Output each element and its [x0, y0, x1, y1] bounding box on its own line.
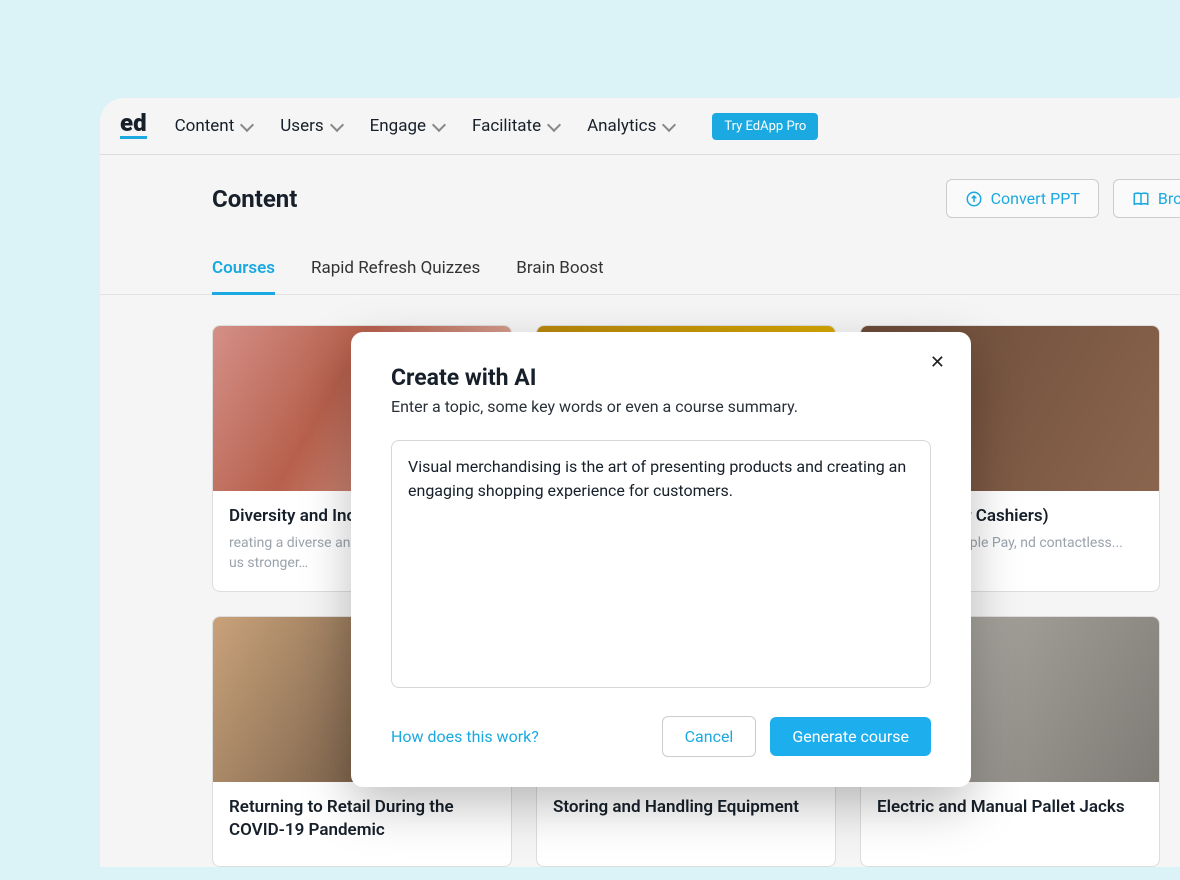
chevron-down-icon — [330, 117, 344, 131]
modal-subtitle: Enter a topic, some key words or even a … — [391, 397, 931, 416]
tab-rapid-refresh[interactable]: Rapid Refresh Quizzes — [311, 258, 480, 294]
card-body: Storing and Handling Equipment — [537, 782, 835, 843]
button-label: Browse — [1158, 189, 1180, 208]
button-label: Convert PPT — [991, 189, 1080, 208]
tabs: Courses Rapid Refresh Quizzes Brain Boos… — [100, 258, 1180, 295]
nav-label: Analytics — [587, 116, 656, 136]
logo: ed — [120, 113, 147, 138]
page-header: Content Convert PPT Browse — [212, 179, 1180, 218]
upload-icon — [965, 190, 983, 208]
nav-analytics[interactable]: Analytics — [587, 116, 674, 136]
generate-course-button[interactable]: Generate course — [770, 717, 931, 756]
card-title: Storing and Handling Equipment — [553, 796, 819, 819]
chevron-down-icon — [432, 117, 446, 131]
chevron-down-icon — [547, 117, 561, 131]
nav-users[interactable]: Users — [280, 116, 341, 136]
convert-ppt-button[interactable]: Convert PPT — [946, 179, 1099, 218]
nav-label: Content — [175, 116, 235, 136]
book-icon — [1132, 190, 1150, 208]
close-icon: ✕ — [930, 352, 945, 373]
modal-footer: How does this work? Cancel Generate cour… — [391, 716, 931, 757]
nav-facilitate[interactable]: Facilitate — [472, 116, 559, 136]
card-body: Returning to Retail During the COVID-19 … — [213, 782, 511, 866]
create-with-ai-modal: ✕ Create with AI Enter a topic, some key… — [351, 332, 971, 787]
tab-courses[interactable]: Courses — [212, 258, 275, 295]
chevron-down-icon — [662, 117, 676, 131]
card-title: Electric and Manual Pallet Jacks — [877, 796, 1143, 819]
how-does-this-work-link[interactable]: How does this work? — [391, 727, 539, 746]
top-nav: ed Content Users Engage Facilitate Analy… — [100, 98, 1180, 155]
card-title: Returning to Retail During the COVID-19 … — [229, 796, 495, 842]
modal-title: Create with AI — [391, 364, 931, 391]
close-button[interactable]: ✕ — [930, 354, 945, 372]
browse-button[interactable]: Browse — [1113, 179, 1180, 218]
nav-label: Engage — [370, 116, 426, 136]
try-pro-button[interactable]: Try EdApp Pro — [712, 113, 818, 140]
topic-textarea[interactable] — [391, 440, 931, 688]
nav-content[interactable]: Content — [175, 116, 253, 136]
page-actions: Convert PPT Browse — [946, 179, 1180, 218]
chevron-down-icon — [240, 117, 254, 131]
card-body: Electric and Manual Pallet Jacks — [861, 782, 1159, 843]
nav-label: Facilitate — [472, 116, 541, 136]
page-title: Content — [212, 185, 297, 213]
nav-label: Users — [280, 116, 323, 136]
cancel-button[interactable]: Cancel — [662, 716, 757, 757]
nav-engage[interactable]: Engage — [370, 116, 444, 136]
tab-brain-boost[interactable]: Brain Boost — [516, 258, 603, 294]
